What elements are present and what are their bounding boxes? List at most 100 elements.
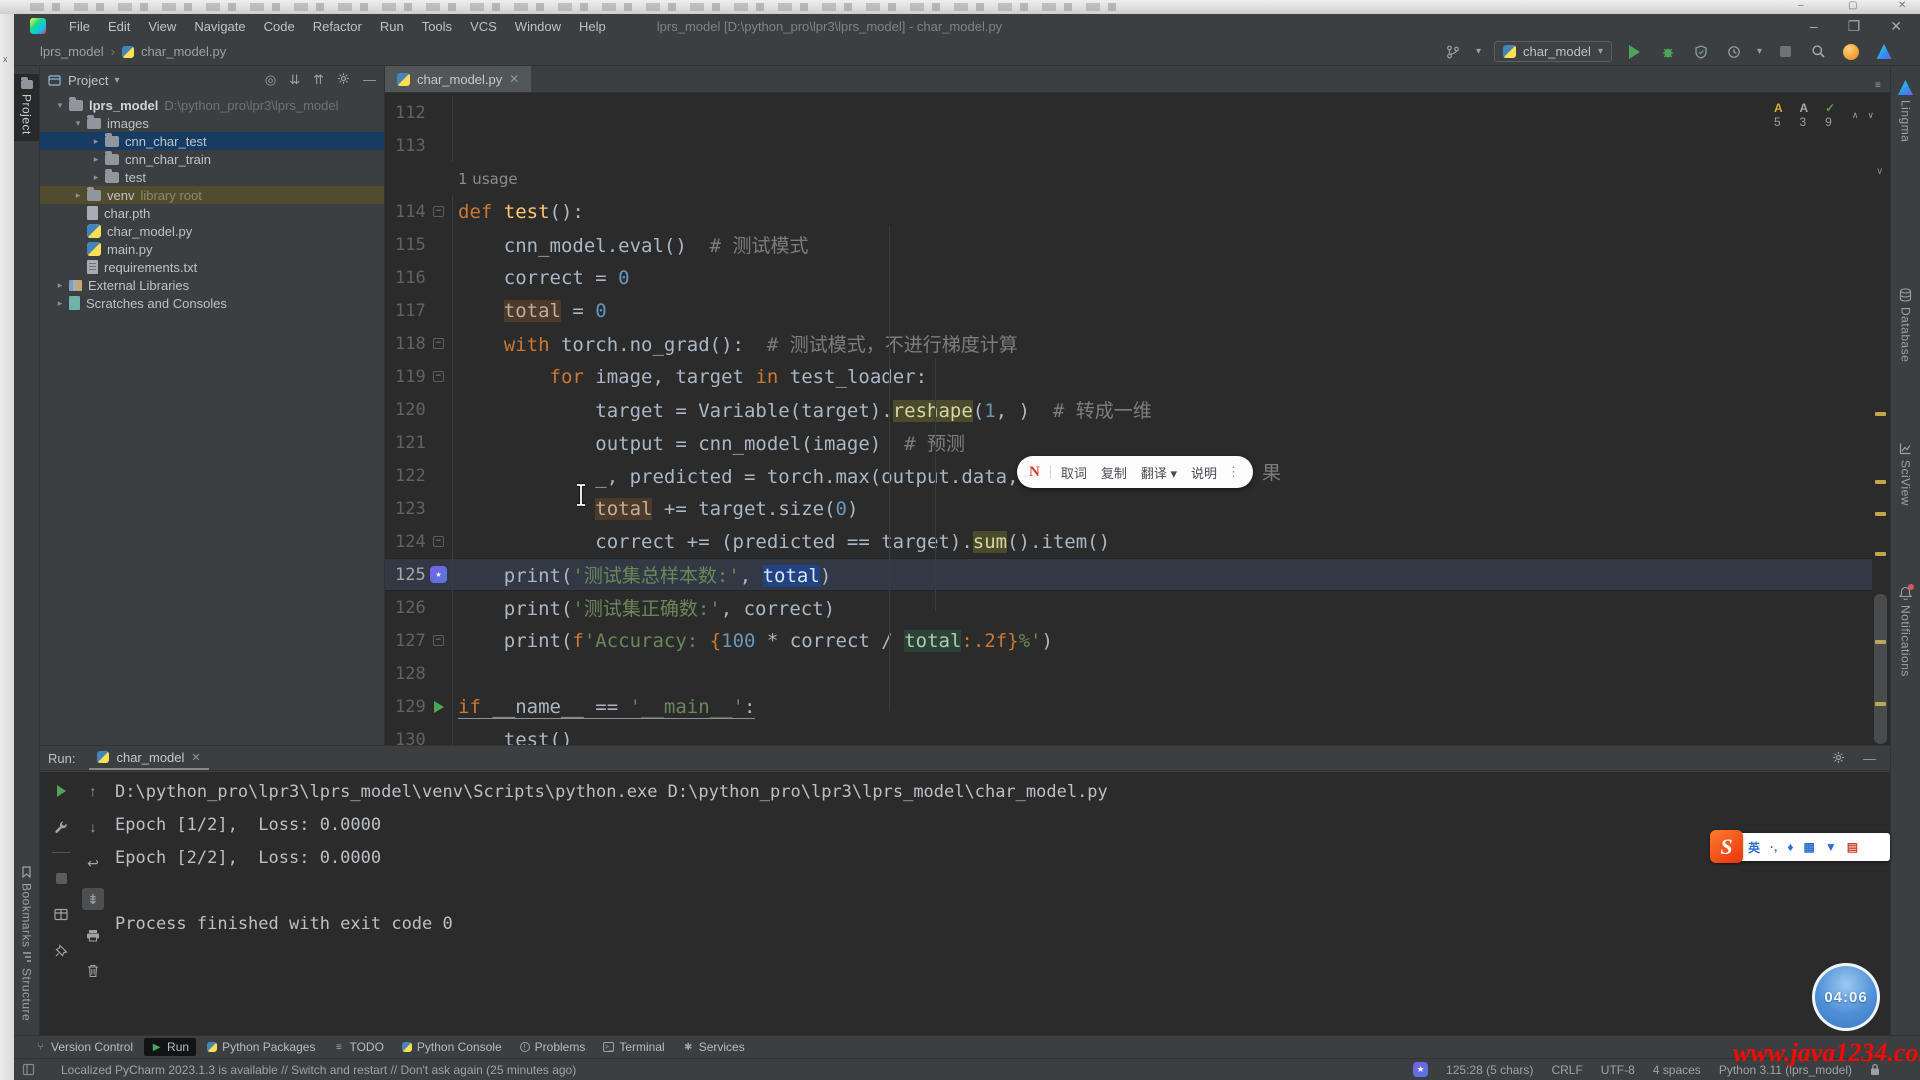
scrollbar-thumb[interactable] bbox=[1874, 594, 1887, 744]
panel-settings-icon[interactable] bbox=[337, 72, 350, 88]
run-with-coverage-button[interactable] bbox=[1691, 42, 1711, 62]
debug-button[interactable] bbox=[1658, 42, 1678, 62]
code-line-116[interactable]: 116 correct = 0 bbox=[385, 261, 1872, 294]
stripe-tab-project[interactable]: Project bbox=[14, 74, 39, 141]
toolwindow-button-python-console[interactable]: Python Console bbox=[395, 1038, 509, 1056]
status-notification[interactable]: Localized PyCharm 2023.1.3 is available … bbox=[61, 1063, 576, 1077]
down-stacktrace-icon[interactable]: ↓ bbox=[82, 816, 104, 838]
tree-item-lprs-model[interactable]: ▾lprs_modelD:\python_pro\lpr3\lprs_model bbox=[40, 96, 384, 114]
menu-file[interactable]: File bbox=[60, 16, 99, 37]
tree-chevron-icon[interactable]: ▸ bbox=[90, 154, 102, 165]
lingma-plugin-icon[interactable] bbox=[1874, 42, 1894, 62]
line-number[interactable]: 128 bbox=[385, 664, 425, 684]
run-console-tab[interactable]: char_model ✕ bbox=[89, 747, 208, 770]
line-number[interactable]: 112 bbox=[385, 103, 425, 123]
tree-item-cnn-char-train[interactable]: ▸cnn_char_train bbox=[40, 150, 384, 168]
line-number[interactable]: 124 bbox=[385, 532, 425, 552]
stripe-tab-notifications[interactable]: Notifications bbox=[1891, 586, 1920, 677]
fold-icon[interactable]: − bbox=[433, 635, 444, 646]
line-number[interactable]: 116 bbox=[385, 268, 425, 288]
code-line-127[interactable]: 127− print(f'Accuracy: {100 * correct / … bbox=[385, 624, 1872, 657]
warning-stripe-mark[interactable] bbox=[1875, 480, 1886, 484]
chinese-english-toggle-icon[interactable]: 英 bbox=[1748, 839, 1760, 856]
fold-icon[interactable]: − bbox=[433, 206, 444, 217]
tree-chevron-icon[interactable]: ▾ bbox=[54, 100, 66, 111]
tree-chevron-icon[interactable]: ▸ bbox=[90, 136, 102, 147]
run-button[interactable] bbox=[1625, 42, 1645, 62]
tree-chevron-icon[interactable]: ▸ bbox=[54, 280, 66, 291]
project-panel-title[interactable]: Project bbox=[68, 73, 108, 88]
settings-sync-icon[interactable] bbox=[1841, 42, 1861, 62]
encoding-widget[interactable]: UTF-8 bbox=[1601, 1063, 1635, 1077]
menu-vcs[interactable]: VCS bbox=[461, 16, 506, 37]
tree-item-external-libraries[interactable]: ▸External Libraries bbox=[40, 276, 384, 294]
run-console-body[interactable]: ↑ ↓ ↩ ⇟ D:\python_pro\lpr3\lprs_model\ve… bbox=[40, 772, 1890, 1035]
toolwindow-button-version-control[interactable]: ⑂Version Control bbox=[28, 1038, 140, 1056]
menu-view[interactable]: View bbox=[139, 16, 185, 37]
restore-layout-icon[interactable] bbox=[50, 903, 72, 925]
tree-item-test[interactable]: ▸test bbox=[40, 168, 384, 186]
tree-chevron-icon[interactable]: ▸ bbox=[90, 172, 102, 183]
prev-issue-chevron[interactable]: ∧ bbox=[1852, 110, 1859, 121]
profiler-dropdown-caret[interactable]: ▾ bbox=[1757, 46, 1762, 57]
editor-scrollbar-stripe[interactable]: ≡ ∨ bbox=[1872, 94, 1890, 745]
toolwindow-switcher-icon[interactable] bbox=[22, 1063, 35, 1076]
analyzer-icon[interactable]: ≡ bbox=[1875, 80, 1881, 91]
line-number[interactable]: 126 bbox=[385, 598, 425, 618]
line-number[interactable]: 114 bbox=[385, 202, 425, 222]
youdao-dict-popup[interactable]: N 取词复制翻译 ▾说明 ⋮ bbox=[1017, 456, 1253, 488]
code-line-112[interactable]: 112 bbox=[385, 96, 1872, 129]
soft-keyboard-icon[interactable]: ▦ bbox=[1803, 840, 1814, 854]
stop-button[interactable] bbox=[1775, 42, 1795, 62]
line-number[interactable]: 113 bbox=[385, 136, 425, 156]
stripe-tab-sciview[interactable]: SciView bbox=[1891, 442, 1920, 506]
toolbox-icon[interactable]: ▤ bbox=[1847, 840, 1858, 854]
run-line-icon[interactable] bbox=[434, 701, 444, 713]
stop-button-disabled[interactable] bbox=[50, 867, 72, 889]
fold-icon[interactable]: − bbox=[433, 338, 444, 349]
code-line-117[interactable]: 117 total = 0 bbox=[385, 294, 1872, 327]
warning-stripe-mark[interactable] bbox=[1875, 512, 1886, 516]
menu-code[interactable]: Code bbox=[255, 16, 304, 37]
menu-tools[interactable]: Tools bbox=[413, 16, 461, 37]
warning-stripe-mark[interactable] bbox=[1875, 552, 1886, 556]
profiler-button[interactable] bbox=[1724, 42, 1744, 62]
code-line-123[interactable]: 123 total += target.size(0) bbox=[385, 492, 1872, 525]
code-line-114[interactable]: 114−def test(): bbox=[385, 195, 1872, 228]
ai-suggestion-icon[interactable]: ★ bbox=[430, 566, 447, 583]
toolwindow-button-services[interactable]: ✱Services bbox=[676, 1038, 752, 1056]
console-settings-gear-icon[interactable] bbox=[1832, 751, 1845, 766]
hide-console-icon[interactable]: — bbox=[1863, 751, 1876, 766]
sogou-input-toolbar[interactable]: S 英·,♦▦▼▤ bbox=[1712, 833, 1890, 861]
tree-item-cnn-char-test[interactable]: ▸cnn_char_test bbox=[40, 132, 384, 150]
indent-widget[interactable]: 4 spaces bbox=[1653, 1063, 1701, 1077]
tree-chevron-icon[interactable]: ▸ bbox=[54, 298, 66, 309]
line-number[interactable]: 130 bbox=[385, 730, 425, 746]
line-number[interactable]: 119 bbox=[385, 367, 425, 387]
tree-chevron-icon[interactable]: ▸ bbox=[72, 190, 84, 201]
line-number[interactable]: 129 bbox=[385, 697, 425, 717]
youdao-more-icon[interactable]: ⋮ bbox=[1227, 464, 1240, 480]
caret-position-widget[interactable]: 125:28 (5 chars) bbox=[1446, 1063, 1533, 1077]
edit-configuration-wrench-icon[interactable] bbox=[50, 816, 72, 838]
line-number[interactable]: 120 bbox=[385, 400, 425, 420]
code-line-130[interactable]: 130 test() bbox=[385, 723, 1872, 745]
youdao-item-说明[interactable]: 说明 bbox=[1191, 463, 1217, 482]
toolwindow-button-problems[interactable]: !Problems bbox=[513, 1038, 593, 1056]
code-line-118[interactable]: 118− with torch.no_grad(): # 测试模式，不进行梯度计… bbox=[385, 327, 1872, 360]
usage-hint[interactable]: 1 usage bbox=[385, 170, 518, 188]
expand-all-icon[interactable]: ⇊ bbox=[289, 72, 300, 88]
menu-edit[interactable]: Edit bbox=[99, 16, 139, 37]
menu-run[interactable]: Run bbox=[371, 16, 413, 37]
tree-item-venv[interactable]: ▸venvlibrary root bbox=[40, 186, 384, 204]
fold-icon[interactable]: − bbox=[433, 536, 444, 547]
code-line-124[interactable]: 124− correct += (predicted == target).su… bbox=[385, 525, 1872, 558]
maximize-button[interactable]: ❐ bbox=[1848, 18, 1861, 35]
line-number[interactable]: 127 bbox=[385, 631, 425, 651]
toolwindow-button-terminal[interactable]: >_Terminal bbox=[596, 1038, 671, 1056]
close-button[interactable]: ✕ bbox=[1890, 18, 1902, 35]
toolwindow-button-python-packages[interactable]: Python Packages bbox=[200, 1038, 322, 1056]
code-line-125[interactable]: 125★ print('测试集总样本数:', total) bbox=[385, 558, 1872, 591]
search-everywhere-icon[interactable] bbox=[1808, 42, 1828, 62]
soft-wrap-icon[interactable]: ↩ bbox=[82, 852, 104, 874]
